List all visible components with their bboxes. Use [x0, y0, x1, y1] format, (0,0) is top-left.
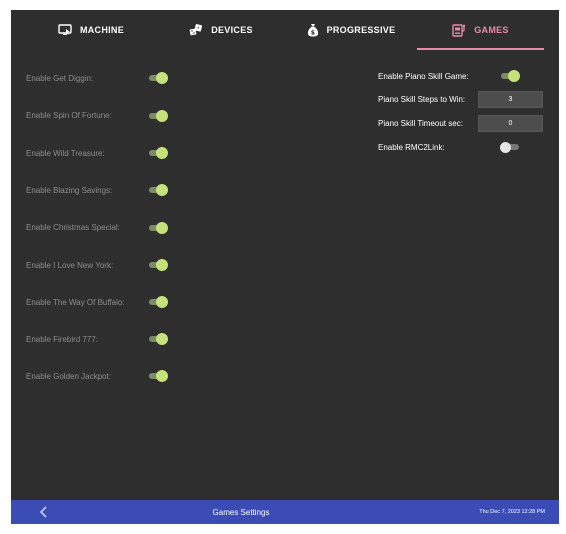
settings-panel: MACHINE DEVICES $ PROGRESSIVE GAMES Enab…: [11, 10, 559, 524]
game-toggle[interactable]: [148, 369, 168, 383]
piano-enable-row: Enable Piano Skill Game:: [378, 66, 548, 86]
svg-text:$: $: [310, 30, 314, 37]
game-label: Enable The Way Of Buffalo:: [26, 297, 125, 307]
game-row: Enable Wild Treasure:: [26, 143, 226, 163]
piano-timeout-field[interactable]: 0: [478, 114, 543, 132]
game-label: Enable Get Diggin:: [26, 73, 94, 83]
game-toggle[interactable]: [148, 183, 168, 197]
datetime: Thu Dec 7, 2023 12:28 PM: [479, 509, 545, 515]
piano-enable-label: Enable Piano Skill Game:: [378, 71, 469, 81]
page-title: Games Settings: [212, 508, 270, 517]
tab-progressive-label: PROGRESSIVE: [326, 25, 396, 35]
game-toggle[interactable]: [148, 295, 168, 309]
game-row: Enable Firebird 777:: [26, 329, 226, 349]
game-label: Enable Wild Treasure:: [26, 148, 105, 158]
game-row: Enable Spin Of Fortune:: [26, 106, 226, 126]
game-row: Enable I Love New York:: [26, 255, 226, 275]
game-label: Enable Blazing Savings:: [26, 185, 113, 195]
slot-machine-icon: [452, 23, 466, 37]
game-toggle[interactable]: [148, 146, 168, 160]
piano-enable-toggle[interactable]: [500, 69, 520, 83]
dice-icon: [189, 24, 203, 36]
tab-machine[interactable]: MACHINE: [31, 10, 151, 50]
monitor-icon: [58, 24, 72, 35]
piano-steps-row: Piano Skill Steps to Win: 3: [378, 89, 548, 109]
game-label: Enable Christmas Special:: [26, 223, 120, 232]
tab-games[interactable]: GAMES: [417, 10, 544, 50]
tab-bar: MACHINE DEVICES $ PROGRESSIVE GAMES: [11, 10, 559, 52]
game-label: Enable I Love New York:: [26, 260, 114, 270]
tab-progressive[interactable]: $ PROGRESSIVE: [291, 10, 411, 50]
active-tab-indicator: [417, 48, 544, 50]
piano-timeout-label: Piano Skill Timeout sec:: [378, 118, 463, 128]
game-row: Enable Blazing Savings:: [26, 180, 226, 200]
game-toggle[interactable]: [148, 332, 168, 346]
piano-steps-field[interactable]: 3: [478, 90, 543, 108]
game-row: Enable Get Diggin:: [26, 68, 226, 88]
game-label: Enable Golden Jackpot:: [26, 371, 111, 381]
rmc2link-label: Enable RMC2Link:: [378, 142, 445, 152]
piano-timeout-row: Piano Skill Timeout sec: 0: [378, 113, 548, 133]
game-label: Enable Spin Of Fortune:: [26, 111, 112, 120]
game-label: Enable Firebird 777:: [26, 334, 99, 344]
rmc2link-toggle[interactable]: [500, 140, 520, 154]
piano-steps-label: Piano Skill Steps to Win:: [378, 94, 466, 104]
tab-devices[interactable]: DEVICES: [161, 10, 281, 50]
game-row: Enable The Way Of Buffalo:: [26, 292, 226, 312]
money-bag-icon: $: [307, 24, 318, 37]
footer-bar: Games Settings Thu Dec 7, 2023 12:28 PM: [11, 500, 559, 524]
game-toggle[interactable]: [148, 258, 168, 272]
tab-devices-label: DEVICES: [211, 25, 253, 35]
rmc2link-row: Enable RMC2Link:: [378, 137, 548, 157]
game-toggle[interactable]: [148, 109, 168, 123]
game-toggle[interactable]: [148, 71, 168, 85]
tab-machine-label: MACHINE: [79, 25, 125, 35]
game-toggle[interactable]: [148, 221, 168, 235]
game-row: Enable Christmas Special:: [26, 218, 226, 238]
tab-games-label: GAMES: [474, 25, 509, 35]
game-row: Enable Golden Jackpot:: [26, 366, 226, 386]
